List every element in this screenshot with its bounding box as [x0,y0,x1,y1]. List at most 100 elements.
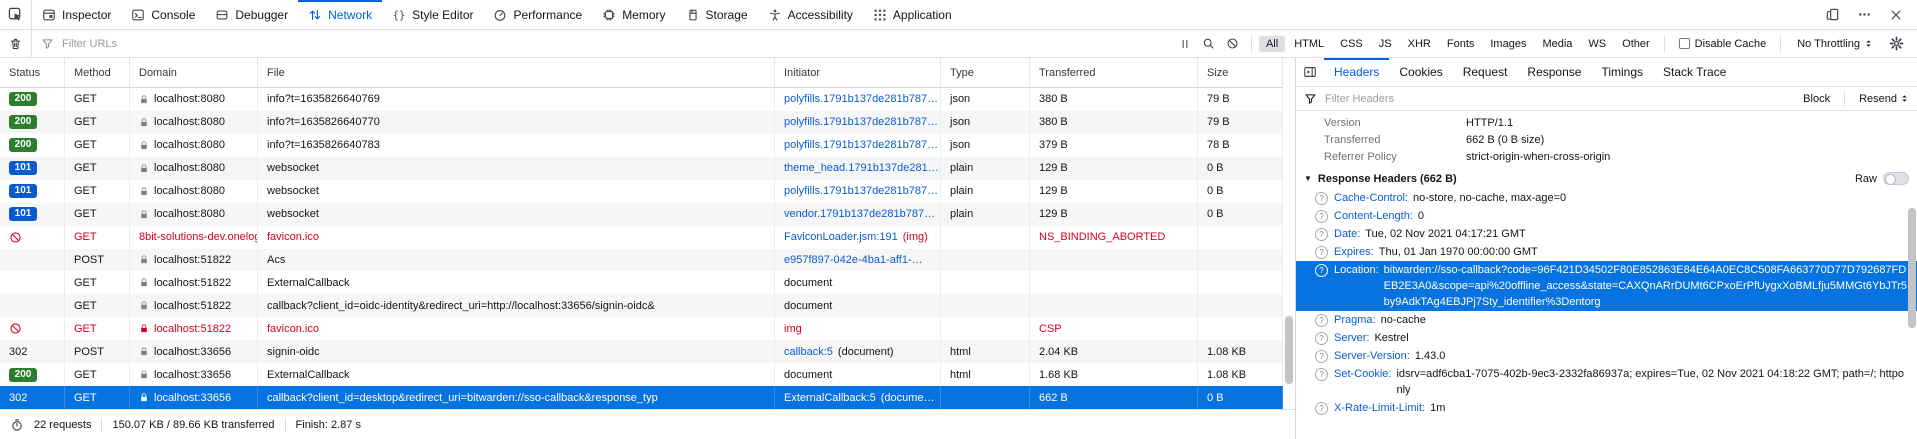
details-tab-response[interactable]: Response [1517,58,1591,86]
column-header-method[interactable]: Method [65,58,130,87]
initiator-link[interactable]: polyfills.1791b137de281b787… [784,116,938,128]
question-icon[interactable]: ? [1315,210,1328,223]
initiator-link[interactable]: vendor.1791b137de281b787… [784,208,935,220]
type-filter-js[interactable]: JS [1372,36,1399,52]
raw-toggle[interactable] [1883,172,1909,185]
column-header-file[interactable]: File [258,58,775,87]
request-blocking-button[interactable] [1221,34,1245,54]
question-icon[interactable]: ? [1315,264,1328,277]
request-row[interactable]: GETlocalhost:51822ExternalCallbackdocume… [0,271,1283,294]
request-row[interactable]: GETlocalhost:51822callback?client_id=oid… [0,294,1283,317]
resend-button[interactable]: Resend [1859,93,1909,105]
tool-tab-storage[interactable]: Storage [676,0,758,29]
type-filter-images[interactable]: Images [1483,36,1533,52]
disable-cache-control[interactable]: Disable Cache [1671,38,1775,50]
request-row[interactable]: GET8bit-solutions-dev.onelogin.…favicon.… [0,226,1283,249]
question-icon[interactable]: ? [1315,192,1328,205]
responsive-design-mode-button[interactable] [1821,4,1843,26]
filter-headers-input[interactable] [1323,92,1797,106]
header-row-location[interactable]: ?Location:bitwarden://sso-callback?code=… [1296,261,1917,311]
column-header-status[interactable]: Status [0,58,65,87]
request-row[interactable]: 101GETlocalhost:8080websocketpolyfills.1… [0,180,1283,203]
details-tab-request[interactable]: Request [1453,58,1518,86]
initiator-link[interactable]: callback:5 [784,346,833,358]
question-icon[interactable]: ? [1315,228,1328,241]
initiator-link[interactable]: polyfills.1791b137de281b787… [784,185,938,197]
type-filter-html[interactable]: HTML [1287,36,1331,52]
header-row-content-length[interactable]: ?Content-Length:0 [1296,207,1917,225]
details-tab-timings[interactable]: Timings [1591,58,1653,86]
clear-requests-button[interactable] [0,30,32,57]
header-row-set-cookie[interactable]: ?Set-Cookie:idsrv=adf6cba1-7075-402b-9ec… [1296,365,1917,399]
header-row-cache-control[interactable]: ?Cache-Control:no-store, no-cache, max-a… [1296,189,1917,207]
initiator-link[interactable]: FaviconLoader.jsm:191 [784,231,898,243]
request-row[interactable]: 302POSTlocalhost:33656signin-oidccallbac… [0,340,1283,363]
details-tab-headers[interactable]: Headers [1324,58,1389,86]
filter-urls-input[interactable] [60,37,1173,51]
type-filter-xhr[interactable]: XHR [1401,36,1438,52]
request-row[interactable]: 302GETlocalhost:33656callback?client_id=… [0,386,1283,409]
performance-analysis-icon[interactable] [10,418,24,432]
pause-traffic-button[interactable] [1173,34,1197,54]
request-row[interactable]: GETlocalhost:51822favicon.icoimgCSP [0,317,1283,340]
header-row-server[interactable]: ?Server:Kestrel [1296,329,1917,347]
column-header-initiator[interactable]: Initiator [775,58,941,87]
tool-tab-memory[interactable]: Memory [592,0,675,29]
initiator-link[interactable]: ExternalCallback:5 [784,392,876,404]
response-headers-section[interactable]: ▼ Response Headers (662 B) Raw [1296,166,1917,189]
tool-tab-debugger[interactable]: Debugger [205,0,298,29]
question-icon[interactable]: ? [1315,402,1328,415]
tool-tab-performance[interactable]: Performance [483,0,592,29]
type-filter-media[interactable]: Media [1535,36,1579,52]
question-icon[interactable]: ? [1315,246,1328,259]
tool-tab-console[interactable]: Console [121,0,205,29]
sidebar-toggle-button[interactable] [1296,58,1324,86]
request-row[interactable]: 200GETlocalhost:8080info?t=1635826640769… [0,88,1283,111]
tool-tab-style-editor[interactable]: {}Style Editor [382,0,483,29]
request-row[interactable]: POSTlocalhost:51822Acse957f897-042e-4ba1… [0,249,1283,272]
header-row-x-rate-limit-limit[interactable]: ?X-Rate-Limit-Limit:1m [1296,399,1917,417]
question-icon[interactable]: ? [1315,368,1328,381]
more-options-button[interactable] [1853,4,1875,26]
column-header-type[interactable]: Type [941,58,1030,87]
tool-tab-inspector[interactable]: Inspector [32,0,121,29]
column-header-transferred[interactable]: Transferred [1030,58,1198,87]
initiator-link[interactable]: polyfills.1791b137de281b787… [784,139,938,151]
column-header-domain[interactable]: Domain [130,58,258,87]
type-filter-other[interactable]: Other [1615,36,1657,52]
tool-tab-application[interactable]: Application [863,0,962,29]
tool-tab-network[interactable]: Network [298,0,382,29]
request-list-scrollbar[interactable] [1285,316,1293,384]
details-tab-cookies[interactable]: Cookies [1389,58,1452,86]
initiator-link[interactable]: theme_head.1791b137de281… [784,162,939,174]
close-devtools-button[interactable] [1885,4,1907,26]
column-header-size[interactable]: Size [1198,58,1283,87]
block-url-button[interactable]: Block [1803,93,1830,105]
type-filter-css[interactable]: CSS [1333,36,1370,52]
header-row-expires[interactable]: ?Expires:Thu, 01 Jan 1970 00:00:00 GMT [1296,243,1917,261]
request-row[interactable]: 200GETlocalhost:8080info?t=1635826640770… [0,111,1283,134]
header-row-date[interactable]: ?Date:Tue, 02 Nov 2021 04:17:21 GMT [1296,225,1917,243]
initiator-link[interactable]: polyfills.1791b137de281b787… [784,93,938,105]
request-row[interactable]: 101GETlocalhost:8080websocketvendor.1791… [0,203,1283,226]
type-filter-ws[interactable]: WS [1581,36,1613,52]
tool-tab-accessibility[interactable]: Accessibility [758,0,863,29]
request-row[interactable]: 200GETlocalhost:8080info?t=1635826640783… [0,134,1283,157]
question-icon[interactable]: ? [1315,332,1328,345]
question-icon[interactable]: ? [1315,314,1328,327]
question-icon[interactable]: ? [1315,350,1328,363]
search-button[interactable] [1197,34,1221,54]
initiator-link[interactable]: e957f897-042e-4ba1-aff1-… [784,254,923,266]
disable-cache-checkbox[interactable] [1679,38,1690,49]
details-tab-stack-trace[interactable]: Stack Trace [1653,58,1736,86]
throttling-select[interactable]: No Throttling [1787,38,1883,50]
header-row-server-version[interactable]: ?Server-Version:1.43.0 [1296,347,1917,365]
type-filter-all[interactable]: All [1259,36,1285,52]
header-row-pragma[interactable]: ?Pragma:no-cache [1296,311,1917,329]
node-picker-button[interactable] [0,0,32,29]
details-scrollbar[interactable] [1908,208,1916,328]
network-settings-button[interactable] [1883,33,1909,55]
type-filter-fonts[interactable]: Fonts [1440,36,1482,52]
request-row[interactable]: 101GETlocalhost:8080websockettheme_head.… [0,157,1283,180]
request-row[interactable]: 200GETlocalhost:33656ExternalCallbackdoc… [0,363,1283,386]
